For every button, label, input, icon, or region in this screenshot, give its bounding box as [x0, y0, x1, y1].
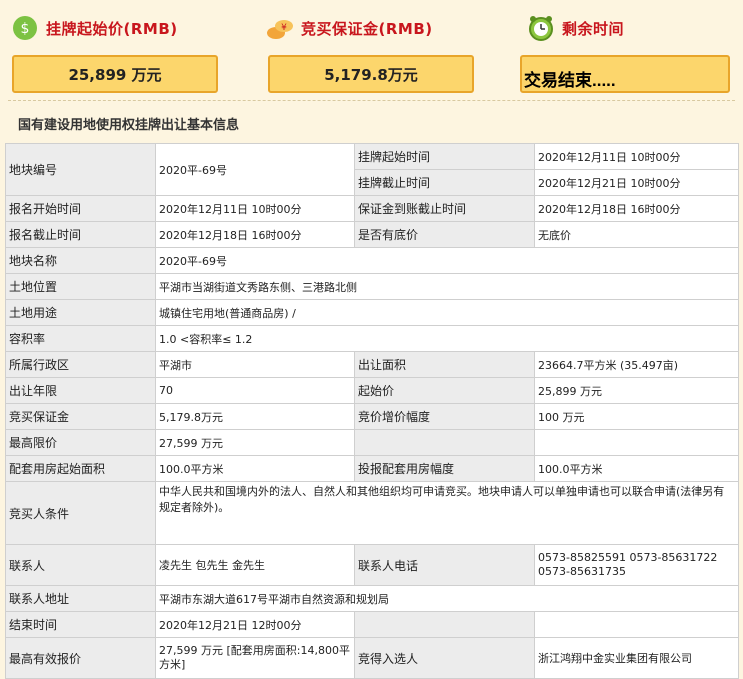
table-row: 竞买保证金 5,179.8万元 竞价增价幅度 100 万元 [5, 403, 739, 430]
table-row: 地块编号 2020平-69号 挂牌起始时间 2020年12月11日 10时00分 [5, 143, 739, 196]
location-value: 平湖市当湖街道文秀路东侧、三港路北侧 [155, 273, 739, 300]
end-time-label: 结束时间 [5, 611, 156, 638]
remaining-box: 交易结束..... [520, 55, 730, 93]
usage-label: 土地用途 [5, 299, 156, 326]
table-row: 所属行政区 平湖市 出让面积 23664.7平方米 (35.497亩) [5, 351, 739, 378]
plot-no-value: 2020平-69号 [155, 143, 355, 196]
start-price-row-label: 起始价 [354, 377, 535, 404]
area-label: 出让面积 [354, 351, 535, 378]
deposit-label: 竞买保证金(RMB) [301, 19, 433, 38]
reserve-value: 无底价 [534, 221, 739, 248]
coins-icon: ¥ [265, 13, 295, 43]
area-value: 23664.7平方米 (35.497亩) [534, 351, 739, 378]
contact-value: 凌先生 包先生 金先生 [155, 544, 355, 586]
section-title: 国有建设用地使用权挂牌出让基本信息 [18, 118, 240, 133]
winner-label: 竞得入选人 [354, 637, 535, 679]
table-row: 报名开始时间 2020年12月11日 10时00分 保证金到账截止时间 2020… [5, 195, 739, 222]
svg-text:¥: ¥ [281, 23, 287, 33]
plot-no-label: 地块编号 [5, 143, 156, 196]
winner-value: 浙江鸿翔中金实业集团有限公司 [534, 637, 739, 679]
phone-value: 0573-85825591 0573-85631722 0573-8563173… [534, 544, 739, 586]
table-row: 竞买人条件 中华人民共和国境内外的法人、自然人和其他组织均可申请竞买。地块申请人… [5, 481, 739, 545]
far-value: 1.0 <容积率≤ 1.2 [155, 325, 739, 352]
far-label: 容积率 [5, 325, 156, 352]
aux-increment-label: 投报配套用房幅度 [354, 455, 535, 482]
district-value: 平湖市 [155, 351, 355, 378]
conditions-value: 中华人民共和国境内外的法人、自然人和其他组织均可申请竞买。地块申请人可以单独申请… [155, 481, 739, 545]
max-price-label: 最高限价 [5, 429, 156, 456]
phone-label: 联系人电话 [354, 544, 535, 586]
start-price-header: $ 挂牌起始价(RMB) [10, 8, 178, 48]
remaining-label: 剩余时间 [562, 19, 625, 38]
deposit-header: ¥ 竞买保证金(RMB) [265, 8, 433, 48]
end-time-value: 2020年12月21日 12时00分 [155, 611, 355, 638]
table-row: 最高有效报价 27,599 万元 [配套用房面积:14,800平方米] 竞得入选… [5, 637, 739, 679]
land-info-table: 地块编号 2020平-69号 挂牌起始时间 2020年12月11日 10时00分… [5, 143, 739, 679]
table-row: 出让年限 70 起始价 25,899 万元 [5, 377, 739, 404]
best-price-label: 最高有效报价 [5, 637, 156, 679]
listing-end-value: 2020年12月21日 10时00分 [534, 169, 739, 196]
money-icon: $ [10, 13, 40, 43]
best-price-value: 27,599 万元 [配套用房面积:14,800平方米] [155, 637, 355, 679]
table-row: 联系人 凌先生 包先生 金先生 联系人电话 0573-85825591 0573… [5, 544, 739, 586]
aux-area-value: 100.0平方米 [155, 455, 355, 482]
aux-increment-value: 100.0平方米 [534, 455, 739, 482]
table-row: 土地用途 城镇住宅用地(普通商品房) / [5, 299, 739, 326]
conditions-label: 竞买人条件 [5, 481, 156, 545]
deposit-deadline-value: 2020年12月18日 16时00分 [534, 195, 739, 222]
reserve-label: 是否有底价 [354, 221, 535, 248]
table-row: 地块名称 2020平-69号 [5, 247, 739, 274]
listing-start-value: 2020年12月11日 10时00分 [534, 143, 739, 170]
apply-end-value: 2020年12月18日 16时00分 [155, 221, 355, 248]
address-label: 联系人地址 [5, 585, 156, 612]
svg-text:$: $ [21, 21, 30, 37]
increment-label: 竞价增价幅度 [354, 403, 535, 430]
listing-end-label: 挂牌截止时间 [354, 169, 535, 196]
listing-start-label: 挂牌起始时间 [354, 143, 535, 170]
table-row: 报名截止时间 2020年12月18日 16时00分 是否有底价 无底价 [5, 221, 739, 248]
remaining-header: 剩余时间 [526, 8, 624, 48]
plot-name-value: 2020平-69号 [155, 247, 739, 274]
deposit-row-label: 竞买保证金 [5, 403, 156, 430]
apply-start-value: 2020年12月11日 10时00分 [155, 195, 355, 222]
aux-area-label: 配套用房起始面积 [5, 455, 156, 482]
term-value: 70 [155, 377, 355, 404]
alarm-clock-icon [526, 13, 556, 43]
table-row: 联系人地址 平湖市东湖大道617号平湖市自然资源和规划局 [5, 585, 739, 612]
district-label: 所属行政区 [5, 351, 156, 378]
start-price-box: 25,899 万元 [12, 55, 218, 93]
apply-end-label: 报名截止时间 [5, 221, 156, 248]
location-label: 土地位置 [5, 273, 156, 300]
plot-name-label: 地块名称 [5, 247, 156, 274]
empty-value-cell [534, 429, 739, 456]
table-row: 容积率 1.0 <容积率≤ 1.2 [5, 325, 739, 352]
start-price-label: 挂牌起始价(RMB) [46, 19, 178, 38]
table-row: 最高限价 27,599 万元 [5, 429, 739, 456]
deposit-box: 5,179.8万元 [268, 55, 474, 93]
usage-value: 城镇住宅用地(普通商品房) / [155, 299, 739, 326]
apply-start-label: 报名开始时间 [5, 195, 156, 222]
table-row: 配套用房起始面积 100.0平方米 投报配套用房幅度 100.0平方米 [5, 455, 739, 482]
deposit-row-value: 5,179.8万元 [155, 403, 355, 430]
start-price-row-value: 25,899 万元 [534, 377, 739, 404]
table-row: 结束时间 2020年12月21日 12时00分 [5, 611, 739, 638]
address-value: 平湖市东湖大道617号平湖市自然资源和规划局 [155, 585, 739, 612]
term-label: 出让年限 [5, 377, 156, 404]
section-divider [8, 100, 735, 102]
increment-value: 100 万元 [534, 403, 739, 430]
empty-label-cell [354, 611, 535, 638]
empty-value-cell [534, 611, 739, 638]
max-price-value: 27,599 万元 [155, 429, 355, 456]
table-row: 土地位置 平湖市当湖街道文秀路东侧、三港路北侧 [5, 273, 739, 300]
contact-label: 联系人 [5, 544, 156, 586]
empty-label-cell [354, 429, 535, 456]
deposit-deadline-label: 保证金到账截止时间 [354, 195, 535, 222]
